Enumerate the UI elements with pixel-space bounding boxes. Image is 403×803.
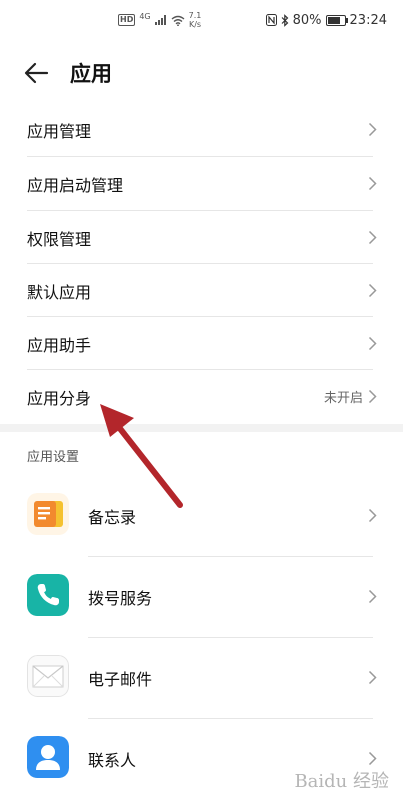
notepad-icon [27,493,69,535]
chevron-right-icon [368,336,377,351]
status-bar-right: 80% 23:24 [265,10,387,30]
app-item-email[interactable]: 电子邮件 [0,638,403,718]
chevron-right-icon [368,122,377,137]
menu-item-app-management[interactable]: 应用管理 [0,103,403,156]
battery-percent: 80% [292,12,322,28]
menu-item-app-twin[interactable]: 应用分身 未开启 [0,370,403,423]
nfc-icon [265,14,277,26]
signal-icon [154,15,166,25]
menu-item-app-assistant[interactable]: 应用助手 [0,317,403,370]
chevron-right-icon [368,589,377,604]
menu-item-default-apps[interactable]: 默认应用 [0,264,403,317]
menu-item-startup-management[interactable]: 应用启动管理 [0,157,403,210]
chevron-right-icon [368,670,377,685]
menu-item-label: 默认应用 [27,283,92,302]
menu-item-label: 应用分身 [27,389,92,408]
watermark: Baidu 经验 [294,771,389,792]
hd-icon: HD [118,14,136,26]
app-item-label: 备忘录 [88,508,137,527]
status-bar-network: HD 4G 7.1 K/s [118,10,201,30]
app-item-notes[interactable]: 备忘录 [0,476,403,556]
chevron-right-icon [368,751,377,766]
menu-item-label: 应用助手 [27,336,92,355]
back-arrow-icon[interactable] [22,60,50,86]
app-item-label: 电子邮件 [88,670,153,689]
bluetooth-icon [281,13,288,27]
wifi-icon [171,15,185,26]
menu-item-permission-management[interactable]: 权限管理 [0,211,403,264]
network-speed: 7.1 K/s [189,11,202,29]
menu-item-label: 应用启动管理 [27,176,124,195]
chevron-right-icon [368,230,377,245]
title-bar: 应用 [0,50,403,96]
section-separator [0,424,403,432]
chevron-right-icon [368,389,377,404]
menu-item-value: 未开启 [323,391,363,406]
speed-value: 7.1 [188,11,202,20]
section-header: 应用设置 [27,450,80,465]
chevron-right-icon [368,176,377,191]
contacts-icon [27,736,69,778]
clock: 23:24 [349,12,387,28]
app-item-dialer[interactable]: 拨号服务 [0,557,403,637]
app-item-label: 联系人 [88,751,137,770]
app-item-label: 拨号服务 [88,589,153,608]
menu-item-label: 权限管理 [27,230,92,249]
menu-item-label: 应用管理 [27,122,92,141]
battery-icon [325,14,348,26]
mail-icon [27,655,69,697]
status-bar: HD 4G 7.1 K/s 80% 23:24 [0,0,403,38]
phone-icon [27,574,69,616]
network-type-label: 4G [139,11,151,21]
chevron-right-icon [368,283,377,298]
speed-unit: K/s [188,20,202,29]
page-title: 应用 [70,62,112,86]
chevron-right-icon [368,508,377,523]
